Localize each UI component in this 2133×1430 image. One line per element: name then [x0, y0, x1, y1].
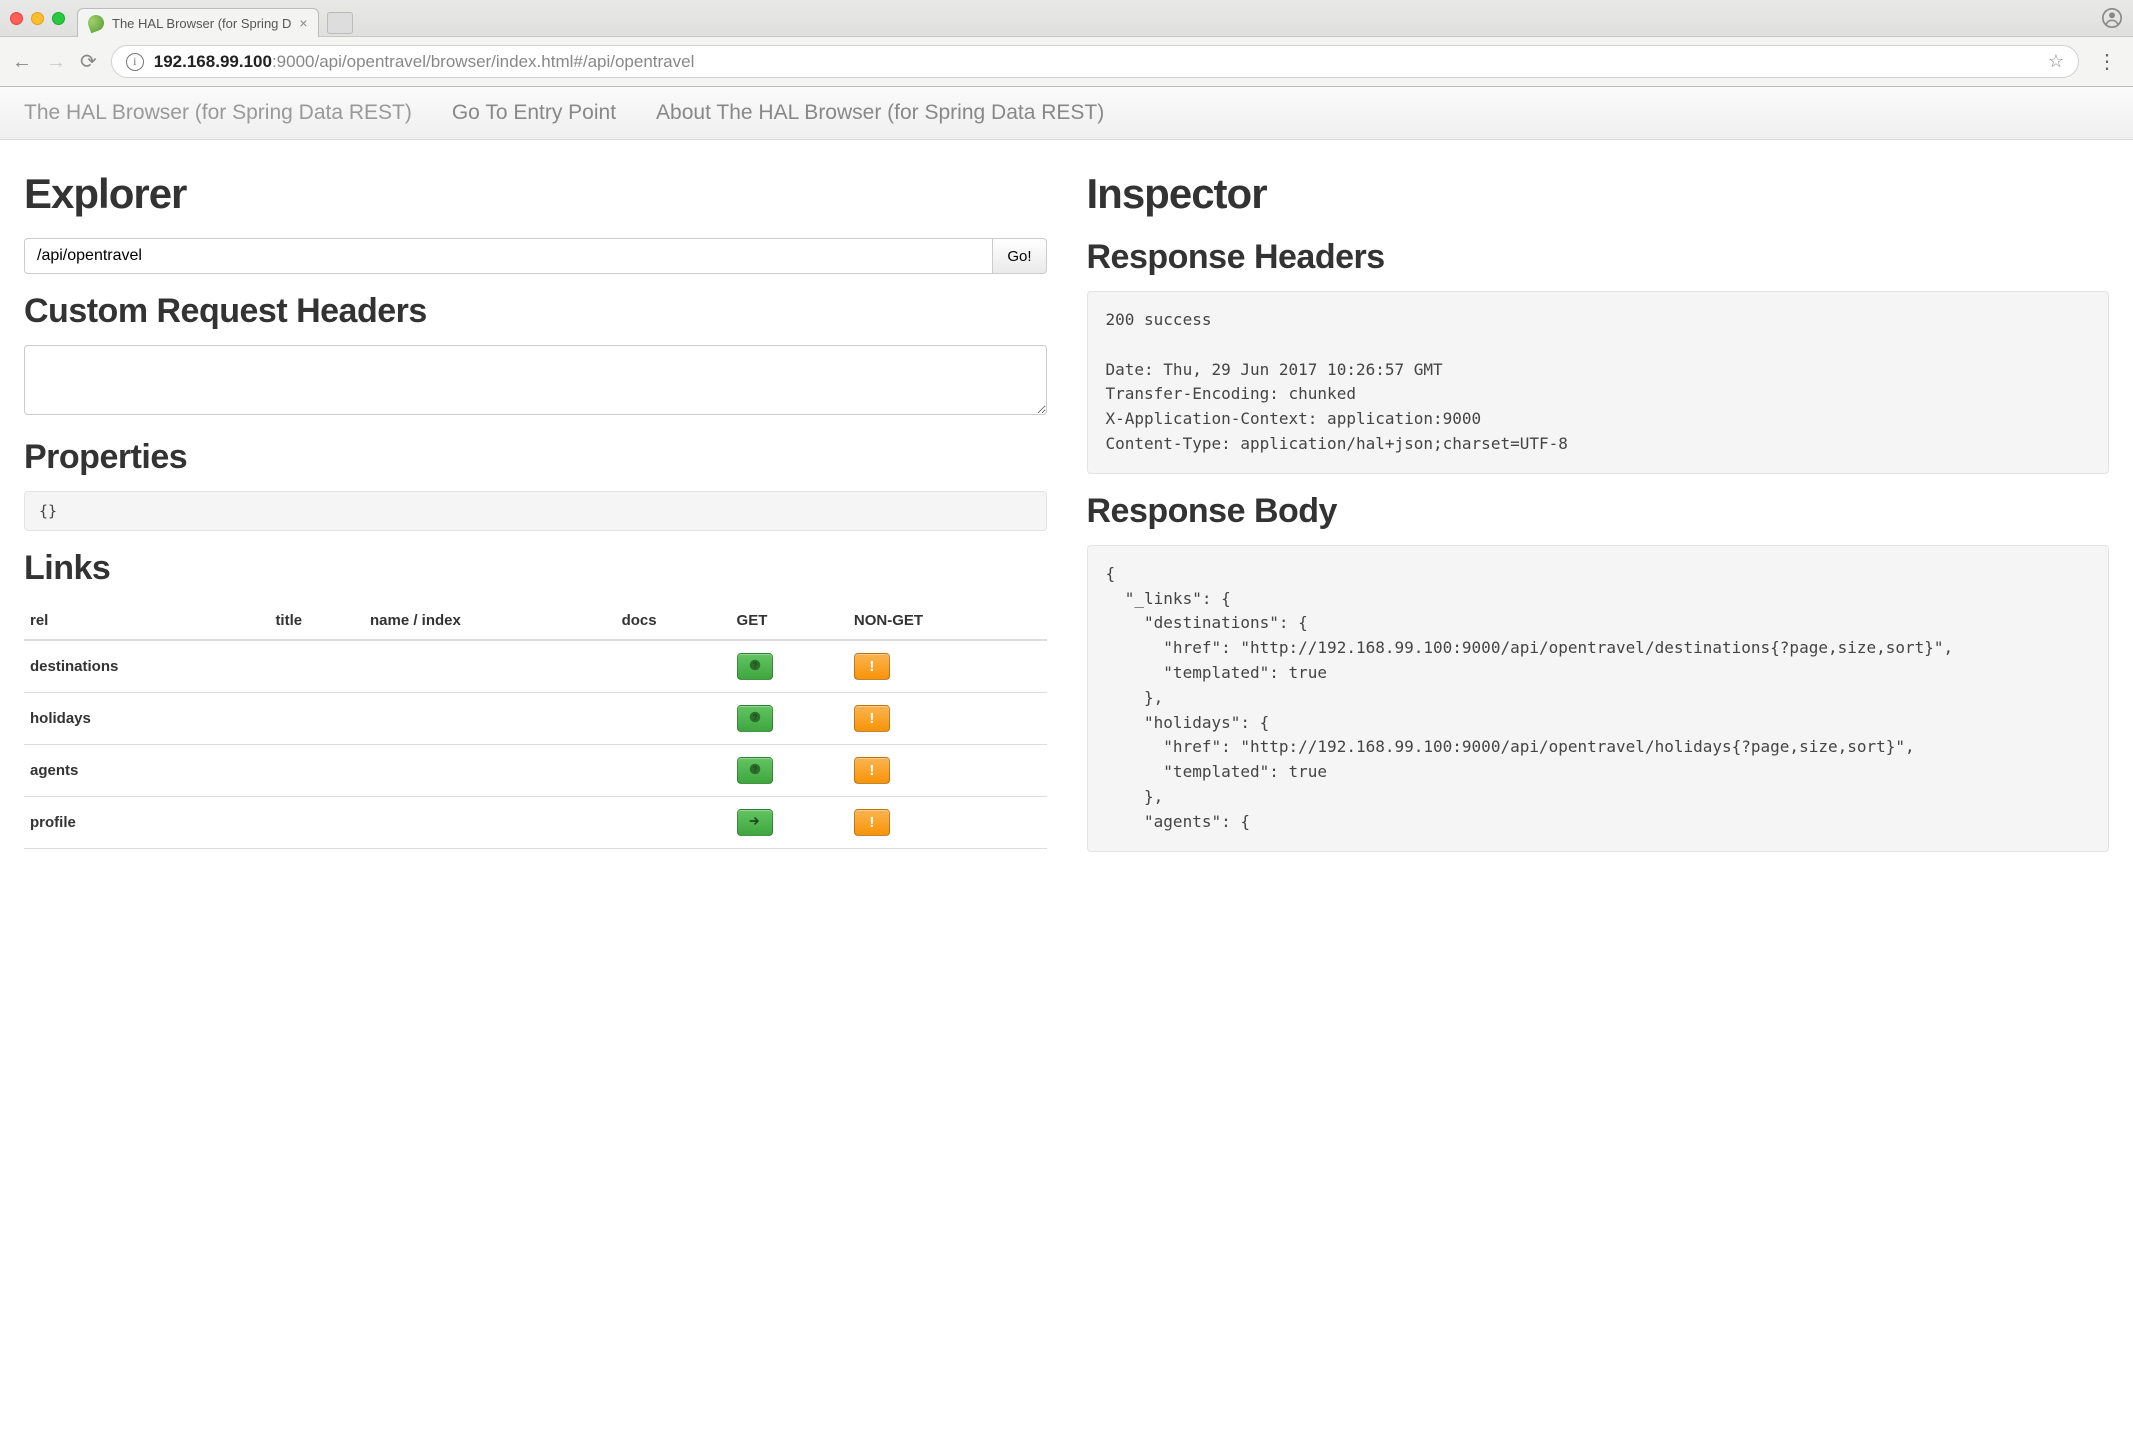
link-name: [364, 745, 616, 797]
spring-favicon-icon: [86, 13, 107, 34]
link-rel[interactable]: profile: [24, 797, 269, 849]
close-window-button[interactable]: [10, 12, 23, 25]
exclamation-icon: !: [869, 814, 874, 831]
link-rel[interactable]: holidays: [24, 693, 269, 745]
table-row: profile!: [24, 797, 1047, 849]
exclamation-icon: !: [869, 710, 874, 727]
window-controls: [10, 12, 65, 25]
custom-headers-textarea[interactable]: [24, 345, 1047, 415]
question-icon: ?: [748, 710, 762, 728]
get-button[interactable]: ?: [737, 757, 773, 784]
table-row: agents?!: [24, 745, 1047, 797]
close-tab-icon[interactable]: ×: [299, 15, 307, 31]
col-get: GET: [731, 602, 848, 640]
non-get-button[interactable]: !: [854, 705, 890, 732]
get-button[interactable]: ?: [737, 705, 773, 732]
url-text: 192.168.99.100:9000/api/opentravel/brows…: [154, 52, 695, 72]
response-body-title: Response Body: [1087, 492, 2110, 531]
svg-text:?: ?: [752, 712, 757, 721]
browser-chrome: The HAL Browser (for Spring D × ← → ⟳ i …: [0, 0, 2133, 87]
link-docs: [616, 640, 731, 693]
links-table: rel title name / index docs GET NON-GET …: [24, 602, 1047, 849]
col-name: name / index: [364, 602, 616, 640]
link-name: [364, 640, 616, 693]
non-get-button[interactable]: !: [854, 809, 890, 836]
non-get-button[interactable]: !: [854, 653, 890, 680]
col-nonget: NON-GET: [848, 602, 1047, 640]
non-get-button[interactable]: !: [854, 757, 890, 784]
new-tab-button[interactable]: [327, 12, 353, 34]
get-button[interactable]: [737, 809, 773, 836]
svg-text:?: ?: [752, 660, 757, 669]
bookmark-star-icon[interactable]: ☆: [2048, 51, 2064, 72]
response-headers-well: 200 success Date: Thu, 29 Jun 2017 10:26…: [1087, 291, 2110, 474]
account-icon[interactable]: [2101, 7, 2123, 29]
link-name: [364, 797, 616, 849]
inspector-title: Inspector: [1087, 170, 2110, 218]
minimize-window-button[interactable]: [31, 12, 44, 25]
question-icon: ?: [748, 762, 762, 780]
link-docs: [616, 797, 731, 849]
link-rel[interactable]: destinations: [24, 640, 269, 693]
browser-tab[interactable]: The HAL Browser (for Spring D ×: [77, 8, 319, 37]
tab-title: The HAL Browser (for Spring D: [112, 16, 291, 31]
app-brand: The HAL Browser (for Spring Data REST): [24, 101, 412, 125]
uri-input[interactable]: [24, 238, 993, 274]
response-headers-title: Response Headers: [1087, 238, 2110, 277]
go-button[interactable]: Go!: [993, 238, 1046, 274]
nav-about[interactable]: About The HAL Browser (for Spring Data R…: [656, 101, 1104, 125]
link-title: [269, 640, 364, 693]
reload-button[interactable]: ⟳: [80, 52, 97, 72]
nav-entry-point[interactable]: Go To Entry Point: [452, 101, 616, 125]
col-title: title: [269, 602, 364, 640]
arrow-right-icon: [748, 814, 762, 832]
explorer-title: Explorer: [24, 170, 1047, 218]
browser-menu-icon[interactable]: ⋮: [2093, 49, 2121, 74]
exclamation-icon: !: [869, 762, 874, 779]
properties-well: {}: [24, 491, 1047, 531]
link-title: [269, 745, 364, 797]
inspector-panel: Inspector Response Headers 200 success D…: [1087, 170, 2110, 852]
link-rel[interactable]: agents: [24, 745, 269, 797]
link-title: [269, 797, 364, 849]
site-info-icon[interactable]: i: [126, 53, 144, 71]
exclamation-icon: !: [869, 658, 874, 675]
col-rel: rel: [24, 602, 269, 640]
properties-title: Properties: [24, 438, 1047, 477]
table-row: holidays?!: [24, 693, 1047, 745]
question-icon: ?: [748, 658, 762, 676]
link-name: [364, 693, 616, 745]
links-title: Links: [24, 549, 1047, 588]
link-title: [269, 693, 364, 745]
maximize-window-button[interactable]: [52, 12, 65, 25]
explorer-panel: Explorer Go! Custom Request Headers Prop…: [24, 170, 1047, 852]
response-body-well: { "_links": { "destinations": { "href": …: [1087, 545, 2110, 852]
address-bar[interactable]: i 192.168.99.100:9000/api/opentravel/bro…: [111, 45, 2079, 78]
link-docs: [616, 693, 731, 745]
svg-text:?: ?: [752, 764, 757, 773]
back-button[interactable]: ←: [12, 52, 32, 72]
col-docs: docs: [616, 602, 731, 640]
custom-headers-title: Custom Request Headers: [24, 292, 1047, 331]
get-button[interactable]: ?: [737, 653, 773, 680]
app-navbar: The HAL Browser (for Spring Data REST) G…: [0, 87, 2133, 140]
table-row: destinations?!: [24, 640, 1047, 693]
link-docs: [616, 745, 731, 797]
forward-button[interactable]: →: [46, 52, 66, 72]
